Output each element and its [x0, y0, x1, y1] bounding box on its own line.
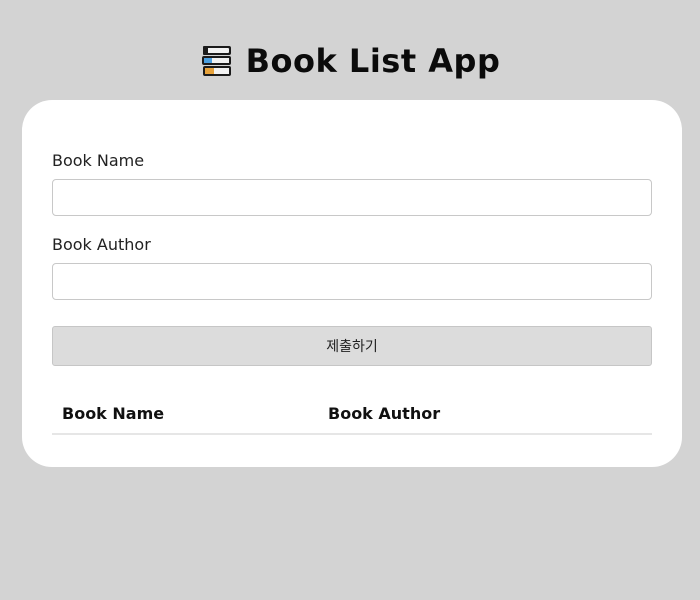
- books-icon: [200, 44, 234, 78]
- page-title: Book List App: [245, 42, 501, 80]
- form-card: Book Name Book Author 제출하기 Book Name Boo…: [22, 100, 682, 467]
- book-table: Book Name Book Author: [52, 396, 652, 435]
- app-header: Book List App: [0, 38, 700, 84]
- book-table-header: Book Name Book Author: [52, 396, 652, 435]
- book-author-label: Book Author: [52, 235, 151, 254]
- app-root: Book List App Book Name Book Author 제출하기…: [0, 0, 700, 600]
- submit-button[interactable]: 제출하기: [52, 326, 652, 366]
- column-header-book-name: Book Name: [52, 396, 318, 435]
- book-name-label: Book Name: [52, 151, 145, 170]
- book-name-input[interactable]: [52, 179, 652, 216]
- column-header-book-author: Book Author: [318, 396, 652, 435]
- table-header-row: Book Name Book Author: [52, 396, 652, 435]
- book-author-input[interactable]: [52, 263, 652, 300]
